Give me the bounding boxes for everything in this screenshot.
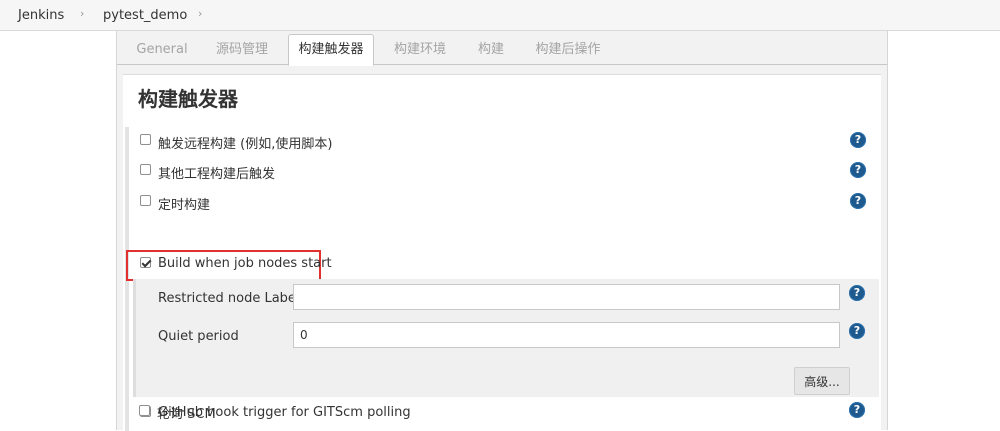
tab-build[interactable]: 构建 xyxy=(469,37,513,65)
tab-build-triggers[interactable]: 构建触发器 xyxy=(288,34,374,66)
trigger-remote-label[interactable]: 触发远程构建 (例如,使用脚本) xyxy=(158,133,332,152)
tab-post-build-actions[interactable]: 构建后操作 xyxy=(530,37,606,65)
build-triggers-section: 构建触发器 触发远程构建 (例如,使用脚本) ? 其他工程构建后触发 ? 定时构… xyxy=(123,74,881,431)
advanced-button[interactable]: 高级... xyxy=(794,367,850,395)
help-icon[interactable]: ? xyxy=(850,132,866,148)
chevron-right-icon[interactable]: › xyxy=(80,7,84,20)
config-tabs: General 源码管理 构建触发器 构建环境 构建 构建后操作 xyxy=(117,31,887,66)
config-panel: General 源码管理 构建触发器 构建环境 构建 构建后操作 构建触发器 触… xyxy=(116,31,888,431)
breadcrumb-jenkins[interactable]: Jenkins xyxy=(18,8,64,23)
trigger-after-other-projects-label[interactable]: 其他工程构建后触发 xyxy=(158,163,275,182)
restricted-node-input[interactable] xyxy=(293,284,840,310)
help-icon[interactable]: ? xyxy=(850,162,866,178)
tab-general[interactable]: General xyxy=(131,37,193,65)
help-icon[interactable]: ? xyxy=(849,402,865,418)
restricted-node-label: Restricted node Label xyxy=(158,291,300,306)
breadcrumb: Jenkins › pytest_demo › xyxy=(0,0,1000,31)
trigger-remote-checkbox[interactable] xyxy=(140,134,151,145)
trigger-periodic-checkbox[interactable] xyxy=(140,195,151,206)
job-nodes-start-options: Restricted node Label ? Quiet period ? 高… xyxy=(133,279,879,397)
quiet-period-input[interactable] xyxy=(293,322,840,348)
help-icon[interactable]: ? xyxy=(850,193,866,209)
trigger-poll-scm-checkbox[interactable] xyxy=(139,405,150,416)
help-icon[interactable]: ? xyxy=(849,285,865,301)
trigger-after-other-projects-checkbox[interactable] xyxy=(140,164,151,175)
tab-build-environment[interactable]: 构建环境 xyxy=(388,37,452,65)
trigger-poll-scm-label[interactable]: 轮询 SCM xyxy=(157,403,216,422)
breadcrumb-pytest-demo[interactable]: pytest_demo xyxy=(103,8,187,23)
chevron-right-icon[interactable]: › xyxy=(198,7,202,20)
trigger-periodic-label[interactable]: 定时构建 xyxy=(158,194,210,213)
help-icon[interactable]: ? xyxy=(849,323,865,339)
quiet-period-label: Quiet period xyxy=(158,329,239,344)
tab-source-management[interactable]: 源码管理 xyxy=(211,37,273,65)
trigger-job-nodes-start-label[interactable]: Build when job nodes start xyxy=(158,256,332,271)
trigger-job-nodes-start-checkbox[interactable] xyxy=(140,257,151,268)
section-title: 构建触发器 xyxy=(138,87,238,111)
